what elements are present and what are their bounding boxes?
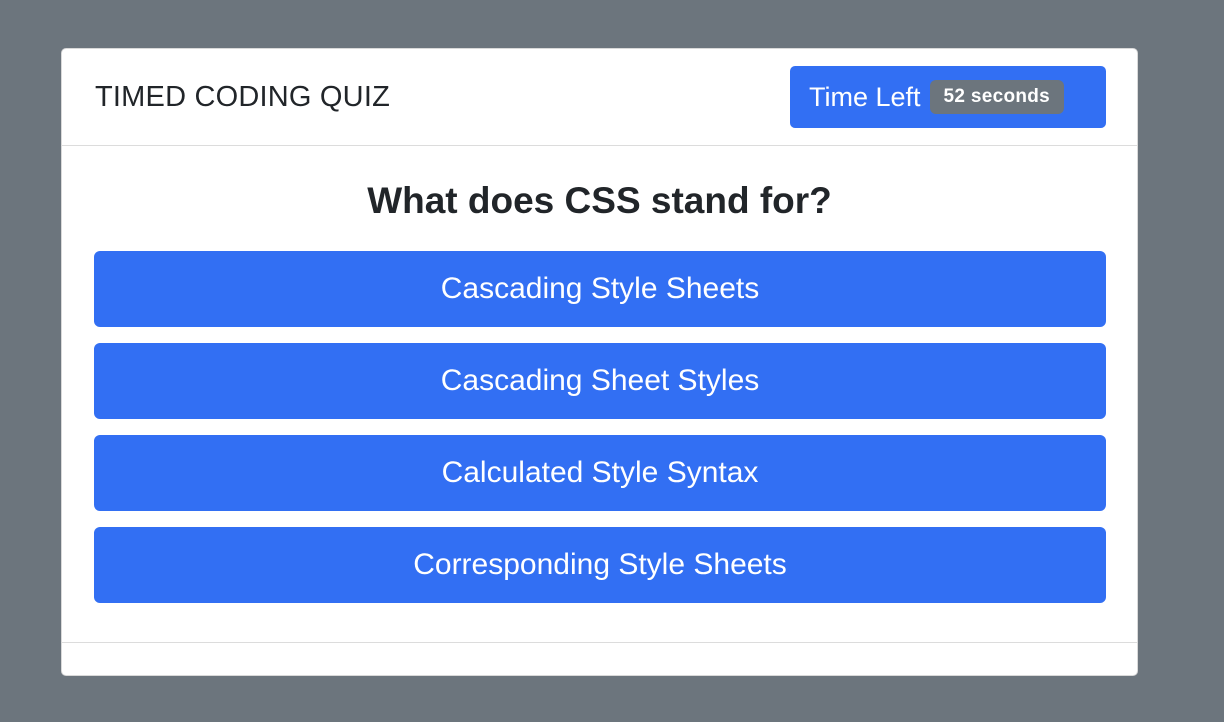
timer-label: Time Left	[809, 81, 921, 112]
timer-display: Time Left 52 seconds	[790, 66, 1106, 128]
card-header: TIMED CODING QUIZ Time Left 52 seconds	[62, 49, 1137, 146]
card-footer	[62, 642, 1137, 675]
answer-button-3[interactable]: Calculated Style Syntax	[94, 435, 1106, 511]
answer-button-2[interactable]: Cascading Sheet Styles	[94, 343, 1106, 419]
timer-badge: 52 seconds	[929, 80, 1065, 114]
question-text: What does CSS stand for?	[367, 180, 832, 221]
quiz-title: TIMED CODING QUIZ	[95, 81, 391, 113]
quiz-card: TIMED CODING QUIZ Time Left 52 seconds W…	[61, 48, 1138, 676]
answer-button-4[interactable]: Corresponding Style Sheets	[94, 527, 1106, 603]
card-body: What does CSS stand for? Cascading Style…	[62, 146, 1137, 642]
answer-list: Cascading Style Sheets Cascading Sheet S…	[94, 251, 1106, 619]
answer-button-1[interactable]: Cascading Style Sheets	[94, 251, 1106, 327]
